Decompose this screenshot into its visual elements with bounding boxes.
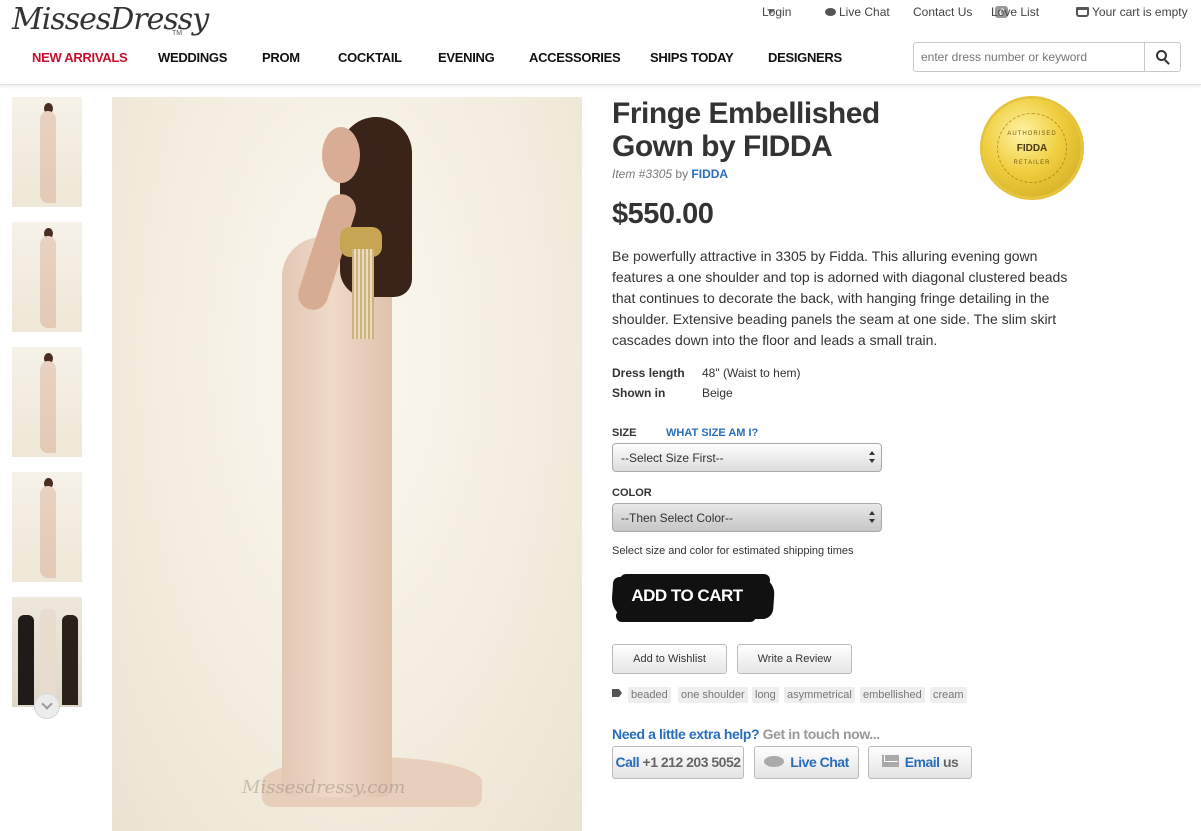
- login-label: Login: [762, 5, 792, 19]
- brush-stroke: [616, 610, 756, 622]
- dress-body: [282, 237, 392, 797]
- tag-item[interactable]: long: [752, 687, 779, 703]
- thumbnail-4[interactable]: [12, 472, 82, 582]
- call-button[interactable]: Call +1 212 203 5052: [612, 746, 744, 779]
- email-suffix: us: [942, 754, 959, 770]
- spec-label: Dress length: [612, 366, 685, 380]
- seal-inner: AUTHORISED FIDDA RETAILER: [997, 113, 1067, 183]
- size-label: SIZE: [612, 427, 637, 439]
- search-input[interactable]: [914, 43, 1144, 71]
- search-button[interactable]: [1144, 43, 1180, 71]
- thumb-figure: [40, 236, 56, 328]
- item-line: Item #3305 by FIDDA: [612, 167, 728, 181]
- thumb-figure: [40, 111, 56, 203]
- help-question: Need a little extra help?: [612, 726, 760, 742]
- item-number: Item #3305: [612, 167, 673, 181]
- thumbnail-3[interactable]: [12, 347, 82, 457]
- seal-brand: FIDDA: [1016, 142, 1048, 154]
- spec-value: 48" (Waist to hem): [702, 366, 801, 380]
- chat-bubble-icon: [764, 756, 785, 767]
- product-price: $550.00: [612, 198, 714, 230]
- item-by: by: [675, 167, 689, 181]
- select-arrows-icon: [868, 451, 876, 465]
- tag-item[interactable]: embellished: [860, 687, 925, 703]
- call-number: +1 212 203 5052: [642, 754, 742, 770]
- nav-ships-today[interactable]: SHIPS TODAY: [650, 50, 734, 65]
- logo-trademark: TM: [172, 30, 183, 37]
- email-button[interactable]: Email us: [868, 746, 972, 779]
- color-label: COLOR: [612, 487, 652, 499]
- live-chat-button-label: Live Chat: [790, 754, 849, 770]
- size-guide-link[interactable]: WHAT SIZE AM I?: [666, 427, 758, 439]
- tag-item[interactable]: asymmetrical: [784, 687, 855, 703]
- product-description: Be powerfully attractive in 3305 by Fidd…: [612, 248, 1068, 348]
- search-icon: [1155, 50, 1167, 61]
- shoulder-fringe: [352, 249, 374, 339]
- spec-row-shown-in: Shown in Beige: [612, 386, 733, 400]
- thumb-figure: [40, 361, 56, 453]
- tag-item[interactable]: beaded: [628, 687, 671, 703]
- site-header: MissesDressy TM Login Live Chat Contact …: [0, 0, 1201, 85]
- nav-evening[interactable]: EVENING: [438, 50, 495, 65]
- shipping-note: Select size and color for estimated ship…: [612, 545, 854, 557]
- nav-weddings[interactable]: WEDDINGS: [158, 50, 227, 65]
- color-select-value: --Then Select Color--: [621, 511, 734, 525]
- spec-row-length: Dress length 48" (Waist to hem): [612, 366, 801, 380]
- search-box: [913, 42, 1181, 72]
- thumb-figure: [18, 615, 34, 705]
- thumb-figure: [40, 609, 56, 705]
- seal-top-text: AUTHORISED: [1007, 130, 1057, 137]
- size-select-value: --Select Size First--: [621, 451, 724, 465]
- love-list-link[interactable]: Love List 0: [991, 5, 1039, 19]
- envelope-icon: [881, 755, 899, 767]
- nav-prom[interactable]: PROM: [262, 50, 300, 65]
- chat-bubble-icon: [825, 8, 836, 16]
- tag-item[interactable]: one shoulder: [678, 687, 748, 703]
- size-select[interactable]: --Select Size First--: [612, 443, 882, 472]
- tag-icon: [612, 689, 622, 697]
- thumbnail-5[interactable]: [12, 597, 82, 707]
- call-label: Call: [615, 754, 640, 770]
- nav-new-arrivals[interactable]: NEW ARRIVALS: [32, 50, 128, 65]
- nav-designers[interactable]: DESIGNERS: [768, 50, 842, 65]
- designer-link[interactable]: FIDDA: [691, 167, 728, 181]
- spec-value: Beige: [702, 386, 733, 400]
- live-chat-label: Live Chat: [839, 5, 890, 19]
- help-heading: Need a little extra help? Get in touch n…: [612, 726, 880, 742]
- email-label: Email: [904, 754, 940, 770]
- spec-label: Shown in: [612, 386, 666, 400]
- add-to-cart-label: ADD TO CART: [631, 586, 743, 605]
- thumbnail-1[interactable]: [12, 97, 82, 207]
- cart-status: Your cart is empty: [1092, 5, 1188, 19]
- chevron-down-icon: [41, 698, 53, 710]
- live-chat-button[interactable]: Live Chat: [754, 746, 859, 779]
- select-arrows-icon: [868, 511, 876, 525]
- contact-link[interactable]: Contact Us: [913, 5, 972, 19]
- tag-item[interactable]: cream: [930, 687, 967, 703]
- nav-cocktail[interactable]: COCKTAIL: [338, 50, 402, 65]
- seal-bottom-text: RETAILER: [1013, 159, 1051, 166]
- authorised-retailer-seal: AUTHORISED FIDDA RETAILER: [983, 99, 1081, 197]
- color-select[interactable]: --Then Select Color--: [612, 503, 882, 532]
- login-link[interactable]: Login: [762, 5, 791, 19]
- add-to-cart-button[interactable]: ADD TO CART: [610, 574, 776, 622]
- thumbnails-scroll-down-button[interactable]: [34, 693, 60, 719]
- write-review-button[interactable]: Write a Review: [737, 644, 852, 674]
- image-watermark: Missesdressy.com: [242, 777, 406, 798]
- add-to-wishlist-button[interactable]: Add to Wishlist: [612, 644, 727, 674]
- model-face: [322, 127, 360, 183]
- main-product-image[interactable]: Missesdressy.com: [112, 97, 582, 831]
- thumb-figure: [40, 486, 56, 578]
- thumb-figure: [62, 615, 78, 705]
- cart-link[interactable]: Your cart is empty: [1076, 5, 1188, 19]
- thumbnail-2[interactable]: [12, 222, 82, 332]
- nav-accessories[interactable]: ACCESSORIES: [529, 50, 621, 65]
- cart-icon: [1076, 7, 1089, 17]
- love-list-label: Love List: [991, 5, 1040, 19]
- help-prompt: Get in touch now...: [762, 726, 881, 742]
- live-chat-link[interactable]: Live Chat: [825, 5, 890, 19]
- product-title: Fringe Embellished Gown by FIDDA: [612, 97, 880, 163]
